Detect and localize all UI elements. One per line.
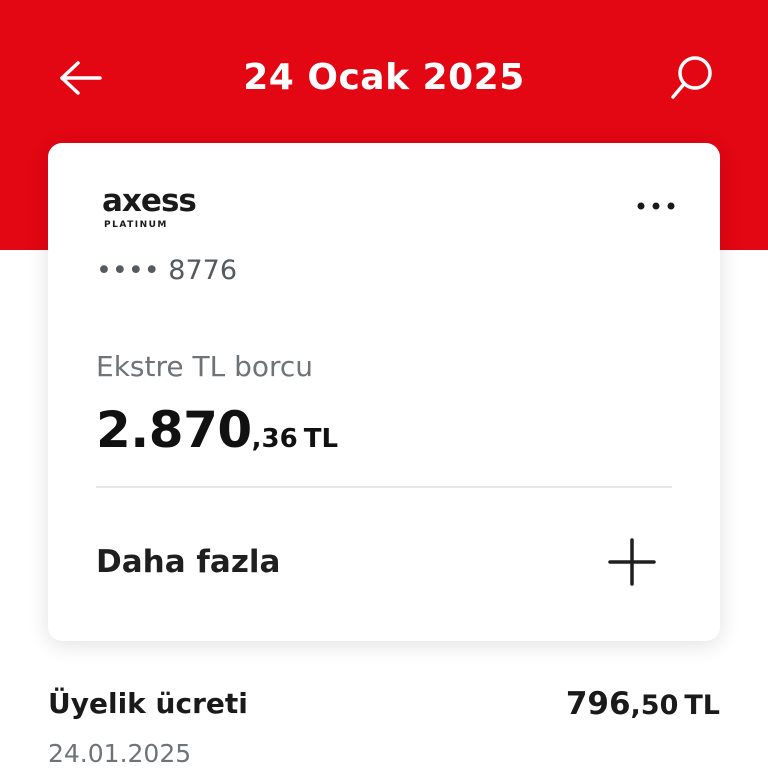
brand-logo-tier: PLATINUM — [104, 220, 168, 230]
balance-amount: 2.870,36 TL — [96, 401, 338, 459]
search-icon — [671, 56, 712, 99]
card-options-button[interactable] — [630, 191, 682, 221]
brand-logo-name: axess — [102, 183, 197, 219]
balance-amount-fraction: ,36 — [251, 424, 298, 454]
transaction-amount: 796,50 TL — [566, 684, 720, 729]
screen: 24 Ocak 2025 axess PLATINUM •••• 8776 Ek… — [0, 0, 768, 768]
more-details-row[interactable]: Daha fazla — [48, 488, 720, 641]
transaction-amount-fraction: ,50 — [630, 690, 679, 721]
brand-logo: axess PLATINUM — [102, 183, 242, 235]
balance-amount-main: 2.870 — [96, 401, 252, 459]
card-number: •••• 8776 — [96, 255, 237, 286]
transaction-amount-main: 796 — [565, 686, 631, 722]
more-details-label: Daha fazla — [96, 544, 281, 580]
back-button[interactable] — [50, 52, 108, 104]
transaction-date: 24.01.2025 — [48, 739, 192, 768]
balance-currency: TL — [303, 424, 339, 454]
page-title: 24 Ocak 2025 — [243, 57, 525, 98]
balance-label: Ekstre TL borcu — [96, 350, 314, 383]
arrow-left-icon — [60, 61, 102, 95]
transaction-currency: TL — [684, 690, 720, 721]
search-button[interactable] — [660, 48, 724, 108]
credit-card-panel: axess PLATINUM •••• 8776 Ekstre TL borcu… — [48, 143, 720, 641]
transaction-title: Üyelik ücreti — [48, 687, 248, 720]
plus-icon — [608, 538, 656, 586]
ellipsis-icon — [637, 202, 675, 210]
